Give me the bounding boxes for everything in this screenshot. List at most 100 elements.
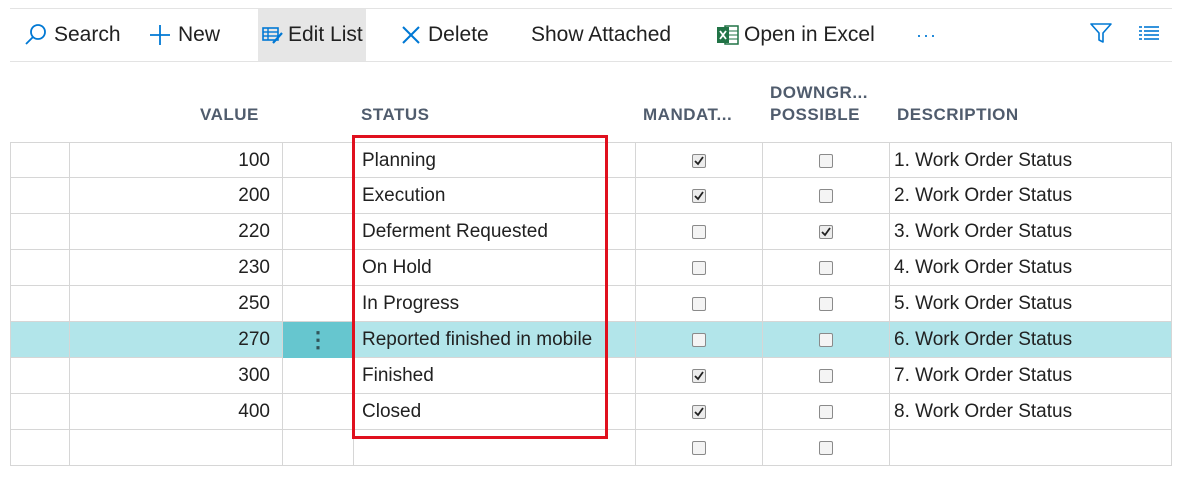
row-indicator-cell[interactable]	[10, 358, 69, 394]
column-header-description[interactable]: DESCRIPTION	[897, 104, 1019, 126]
list-view-button[interactable]	[1138, 9, 1160, 61]
value-cell[interactable]: 230	[69, 250, 282, 286]
delete-button[interactable]: Delete	[400, 9, 489, 61]
table-row[interactable]: 220 Deferment Requested 3. Work Order Stat…	[10, 214, 1172, 250]
edit-list-icon	[262, 25, 284, 45]
table-row[interactable]: 250 In Progress 5. Work Order Status	[10, 286, 1172, 322]
value-cell[interactable]: 200	[69, 178, 282, 214]
table-row[interactable]: 100 Planning 1. Work Order Status	[10, 142, 1172, 179]
downgrade-checkbox[interactable]	[819, 333, 833, 347]
mandatory-checkbox[interactable]	[692, 225, 706, 239]
downgrade-cell	[762, 214, 889, 250]
downgrade-checkbox[interactable]	[819, 225, 833, 239]
status-cell[interactable]: Reported finished in mobile	[353, 322, 635, 358]
mandatory-checkbox[interactable]	[692, 405, 706, 419]
mandatory-checkbox[interactable]	[692, 441, 706, 455]
search-button[interactable]: Search	[24, 9, 121, 61]
downgrade-checkbox[interactable]	[819, 441, 833, 455]
checkmark-icon	[694, 191, 704, 201]
downgrade-checkbox[interactable]	[819, 369, 833, 383]
table-row[interactable]: 200 Execution 2. Work Order Status	[10, 178, 1172, 214]
value-cell[interactable]: 400	[69, 394, 282, 430]
status-cell[interactable]: Finished	[353, 358, 635, 394]
row-indicator-cell[interactable]	[10, 178, 69, 214]
checkmark-icon	[694, 156, 704, 166]
downgrade-cell	[762, 286, 889, 322]
mandatory-checkbox[interactable]	[692, 333, 706, 347]
column-header-status[interactable]: STATUS	[361, 104, 429, 126]
value-cell[interactable]: 270	[69, 322, 282, 358]
row-indicator-cell[interactable]	[10, 143, 69, 179]
description-cell[interactable]: 4. Work Order Status	[889, 250, 1172, 286]
row-menu-cell[interactable]: ⋮	[282, 322, 353, 358]
description-cell[interactable]: 2. Work Order Status	[889, 178, 1172, 214]
value-cell[interactable]: 220	[69, 214, 282, 250]
checkmark-icon	[694, 407, 704, 417]
row-menu-cell[interactable]	[282, 286, 353, 322]
row-indicator-cell[interactable]	[10, 286, 69, 322]
table-row[interactable]	[10, 430, 1172, 466]
value-cell[interactable]: 300	[69, 358, 282, 394]
column-header-mandatory[interactable]: MANDAT...	[643, 104, 732, 126]
row-menu-cell[interactable]	[282, 250, 353, 286]
description-cell[interactable]	[889, 430, 1172, 466]
row-menu-cell[interactable]	[282, 214, 353, 250]
description-cell[interactable]: 6. Work Order Status	[889, 322, 1172, 358]
table-row[interactable]: 300 Finished 7. Work Order Status	[10, 358, 1172, 394]
action-bar: Search New Edit List Delete Show Attache…	[10, 8, 1172, 62]
status-cell[interactable]: Planning	[353, 143, 635, 179]
mandatory-cell	[635, 178, 762, 214]
downgrade-checkbox[interactable]	[819, 189, 833, 203]
downgrade-checkbox[interactable]	[819, 154, 833, 168]
row-menu-cell[interactable]	[282, 430, 353, 466]
status-cell[interactable]	[353, 430, 635, 466]
row-menu-cell[interactable]	[282, 178, 353, 214]
mandatory-checkbox[interactable]	[692, 297, 706, 311]
description-cell[interactable]: 1. Work Order Status	[889, 143, 1172, 179]
column-header-value[interactable]: VALUE	[200, 104, 259, 126]
column-header-downgrade-line2: POSSIBLE	[770, 105, 860, 124]
description-cell[interactable]: 5. Work Order Status	[889, 286, 1172, 322]
value-cell[interactable]: 250	[69, 286, 282, 322]
more-vertical-icon[interactable]: ⋮	[307, 329, 329, 351]
column-header-downgrade[interactable]: DOWNGR... POSSIBLE	[770, 82, 868, 126]
row-menu-cell[interactable]	[282, 358, 353, 394]
description-cell[interactable]: 8. Work Order Status	[889, 394, 1172, 430]
filter-button[interactable]	[1090, 9, 1112, 61]
downgrade-checkbox[interactable]	[819, 297, 833, 311]
row-indicator-cell[interactable]	[10, 322, 69, 358]
row-menu-cell[interactable]	[282, 394, 353, 430]
table-row[interactable]: 230 On Hold 4. Work Order Status	[10, 250, 1172, 286]
row-indicator-cell[interactable]	[10, 394, 69, 430]
row-indicator-cell[interactable]	[10, 214, 69, 250]
mandatory-checkbox[interactable]	[692, 369, 706, 383]
new-button[interactable]: New	[148, 9, 220, 61]
mandatory-checkbox[interactable]	[692, 189, 706, 203]
status-cell[interactable]: Closed	[353, 394, 635, 430]
status-cell[interactable]: Deferment Requested	[353, 214, 635, 250]
downgrade-checkbox[interactable]	[819, 261, 833, 275]
downgrade-cell	[762, 430, 889, 466]
table-row[interactable]: 270 ⋮ Reported finished in mobile 6. Work O…	[10, 322, 1172, 358]
edit-list-button[interactable]: Edit List	[258, 9, 366, 61]
status-cell[interactable]: On Hold	[353, 250, 635, 286]
description-cell[interactable]: 7. Work Order Status	[889, 358, 1172, 394]
downgrade-cell	[762, 394, 889, 430]
status-cell[interactable]: Execution	[353, 178, 635, 214]
plus-icon	[148, 23, 172, 47]
row-indicator-cell[interactable]	[10, 250, 69, 286]
row-indicator-cell[interactable]	[10, 430, 69, 466]
show-attached-button[interactable]: Show Attached	[531, 9, 671, 61]
more-actions-button[interactable]: ···	[916, 9, 937, 61]
mandatory-checkbox[interactable]	[692, 261, 706, 275]
table-row[interactable]: 400 Closed 8. Work Order Status	[10, 394, 1172, 430]
description-cell[interactable]: 3. Work Order Status	[889, 214, 1172, 250]
status-cell[interactable]: In Progress	[353, 286, 635, 322]
row-menu-cell[interactable]	[282, 143, 353, 179]
value-cell[interactable]: 100	[69, 143, 282, 179]
mandatory-checkbox[interactable]	[692, 154, 706, 168]
open-in-excel-button[interactable]: Open in Excel	[716, 9, 875, 61]
value-cell[interactable]	[69, 430, 282, 466]
filter-icon	[1090, 22, 1112, 49]
downgrade-checkbox[interactable]	[819, 405, 833, 419]
